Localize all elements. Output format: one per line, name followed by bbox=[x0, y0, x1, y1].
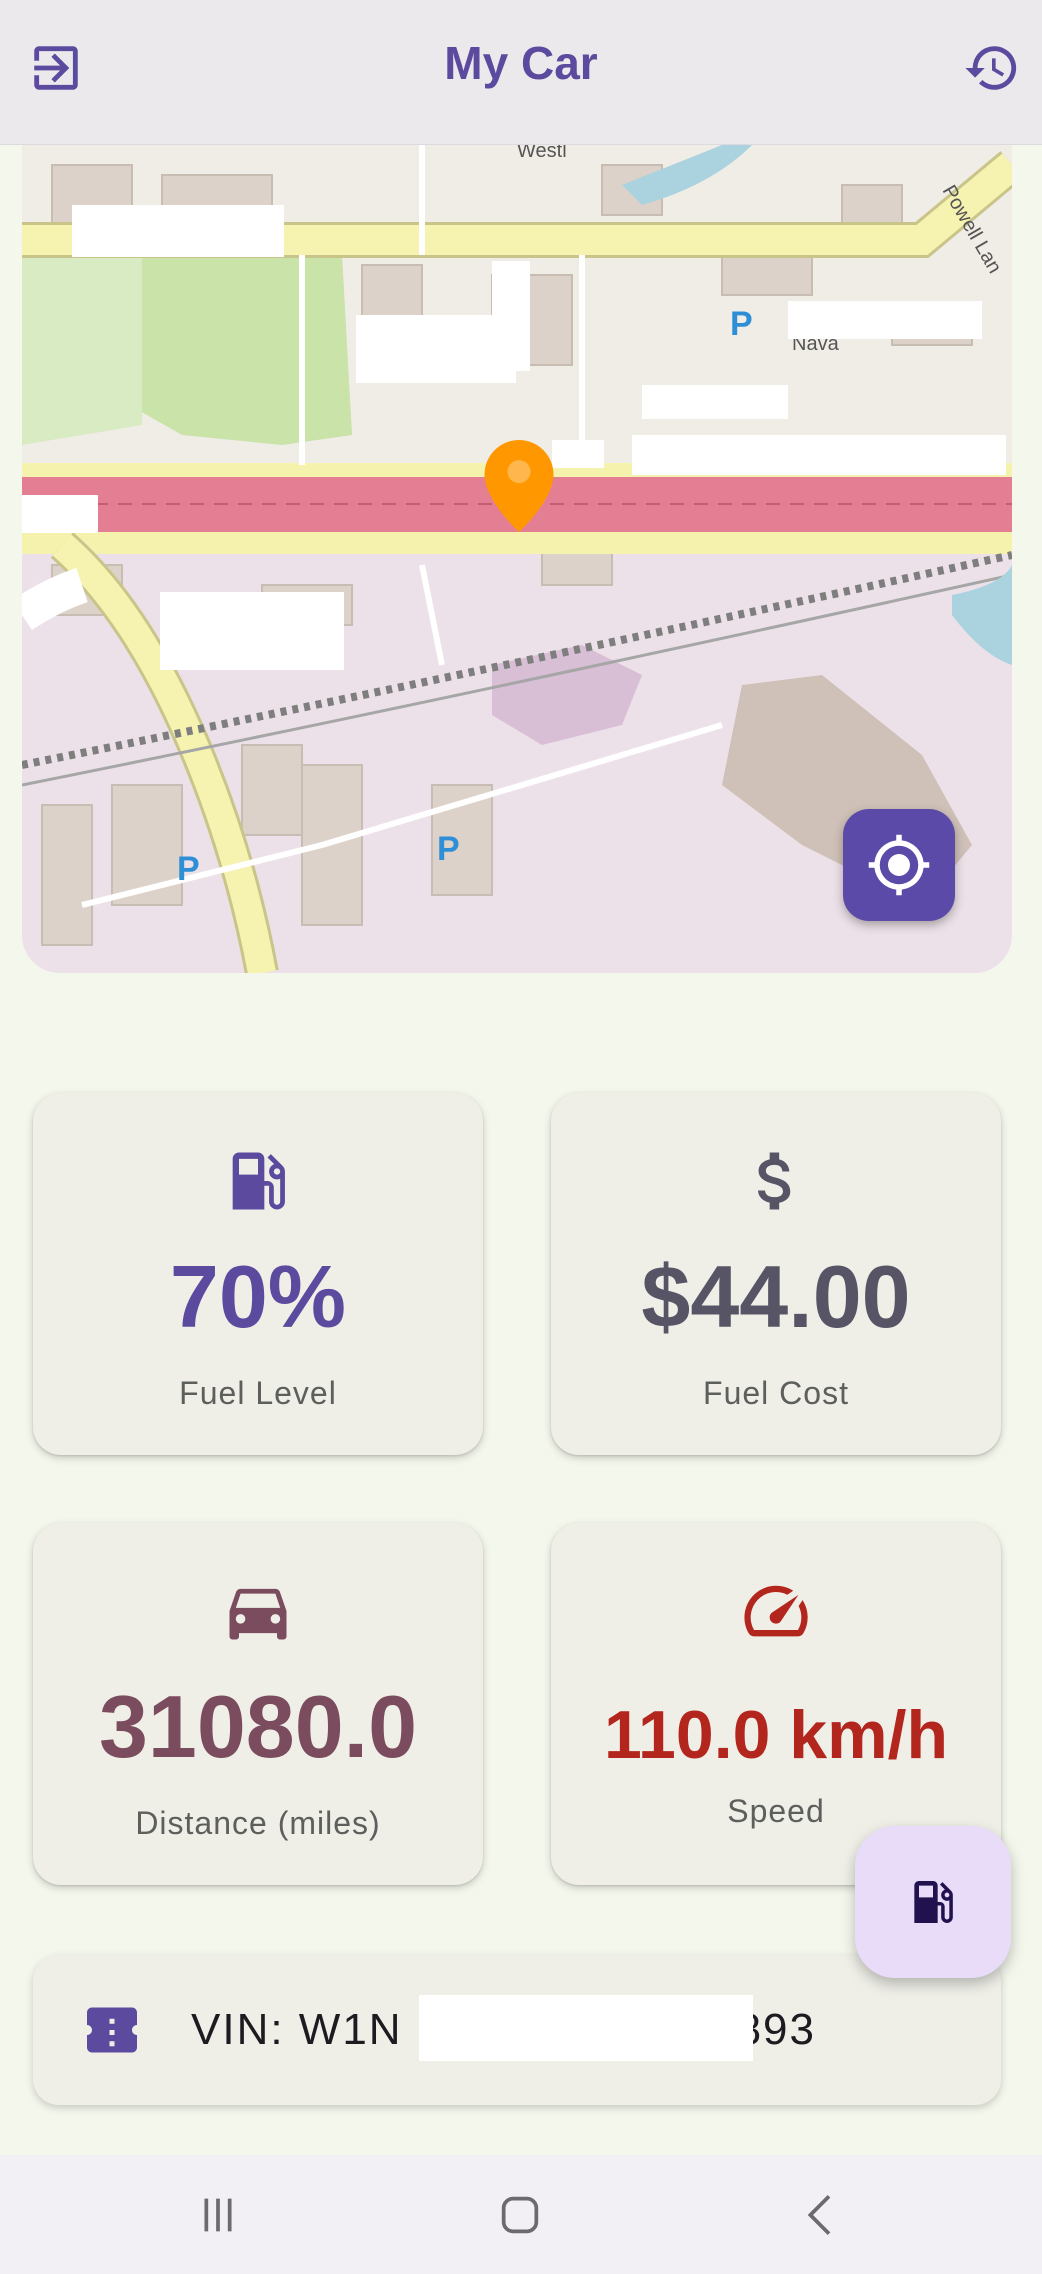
vin-ticket-icon bbox=[87, 2007, 137, 2053]
fuel-cost-value: $44.00 bbox=[641, 1247, 911, 1346]
redacted-label bbox=[788, 301, 982, 339]
back-button[interactable] bbox=[782, 2185, 862, 2245]
redacted-label bbox=[72, 205, 284, 257]
vin-redaction bbox=[419, 1995, 753, 2061]
app-bar: My Car bbox=[0, 0, 1042, 145]
fuel-cost-card: $44.00 Fuel Cost bbox=[551, 1093, 1001, 1455]
dollar-icon bbox=[758, 1152, 791, 1210]
recent-apps-icon bbox=[204, 2198, 232, 2232]
svg-text:P: P bbox=[177, 850, 200, 888]
redacted-label bbox=[552, 440, 604, 468]
distance-value: 31080.0 bbox=[98, 1677, 418, 1776]
gas-station-icon bbox=[914, 1881, 953, 1923]
recent-apps-button[interactable] bbox=[178, 2185, 258, 2245]
svg-text:Westl: Westl bbox=[517, 145, 567, 162]
distance-card: 31080.0 Distance (miles) bbox=[33, 1523, 483, 1885]
map-pin-icon[interactable] bbox=[484, 440, 554, 532]
fuel-level-card: 70% Fuel Level bbox=[33, 1093, 483, 1455]
fuel-level-label: Fuel Level bbox=[179, 1375, 337, 1411]
home-button[interactable] bbox=[480, 2185, 560, 2245]
redacted-label bbox=[632, 435, 1006, 475]
vin-card: VIN: W1N 893 bbox=[33, 1955, 1001, 2105]
speed-label: Speed bbox=[727, 1793, 825, 1829]
distance-label: Distance (miles) bbox=[135, 1805, 381, 1841]
back-icon bbox=[807, 2195, 831, 2235]
speedometer-icon bbox=[744, 1585, 808, 1637]
svg-text:P: P bbox=[730, 305, 753, 343]
page-title: My Car bbox=[444, 37, 598, 89]
speed-value: 110.0 km/h bbox=[603, 1697, 949, 1773]
map-view[interactable]: P P P Westl Powell Lan Nava bbox=[22, 145, 1012, 973]
home-icon bbox=[501, 2196, 539, 2234]
my-location-icon bbox=[868, 834, 930, 896]
fuel-level-value: 70% bbox=[169, 1247, 347, 1346]
svg-text:P: P bbox=[437, 830, 460, 868]
history-button[interactable] bbox=[952, 28, 1032, 108]
add-fuel-fab[interactable] bbox=[855, 1826, 1011, 1978]
vin-prefix: VIN: W1N bbox=[191, 2005, 403, 2054]
fuel-cost-label: Fuel Cost bbox=[703, 1375, 849, 1411]
redacted-label bbox=[22, 495, 98, 533]
redacted-label bbox=[492, 261, 530, 371]
redacted-label bbox=[642, 385, 788, 419]
redacted-label bbox=[160, 592, 344, 670]
system-nav-bar bbox=[0, 2155, 1042, 2274]
car-icon bbox=[229, 1588, 287, 1640]
gas-station-icon bbox=[232, 1152, 285, 1210]
history-icon bbox=[965, 46, 1017, 90]
my-location-button[interactable] bbox=[843, 809, 955, 921]
